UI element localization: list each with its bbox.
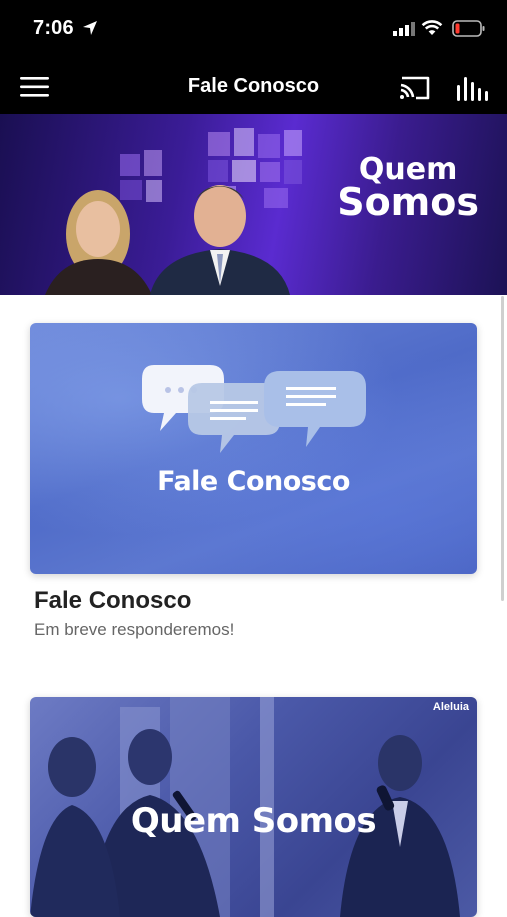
fale-conosco-title[interactable]: Fale Conosco xyxy=(34,587,191,615)
cast-icon[interactable] xyxy=(398,74,432,102)
card-badge: Aleluia xyxy=(432,701,469,713)
quem-somos-card-image[interactable]: Aleluia Quem Somos xyxy=(30,697,477,917)
hero-title: Quem Somos xyxy=(337,154,479,224)
cellular-signal-icon xyxy=(393,22,415,36)
fale-conosco-card-image[interactable]: Fale Conosco xyxy=(30,323,477,574)
battery-low-icon xyxy=(452,20,485,37)
hero-banner-quem-somos[interactable]: Quem Somos xyxy=(0,114,507,295)
scrollbar[interactable] xyxy=(501,296,504,601)
audio-equalizer-icon[interactable] xyxy=(456,73,488,103)
wifi-icon xyxy=(421,20,443,35)
chat-bubbles-icon xyxy=(142,365,366,453)
card-image-title: Fale Conosco xyxy=(157,466,350,497)
card-image-title: Quem Somos xyxy=(130,801,377,841)
location-arrow-icon xyxy=(83,21,97,35)
status-bar: 7:06 xyxy=(0,0,507,58)
hero-title-line2: Somos xyxy=(337,180,479,224)
status-time: 7:06 xyxy=(33,17,74,39)
fale-conosco-subtitle: Em breve responderemos! xyxy=(34,620,235,639)
navigation-bar: Fale Conosco xyxy=(0,58,507,114)
